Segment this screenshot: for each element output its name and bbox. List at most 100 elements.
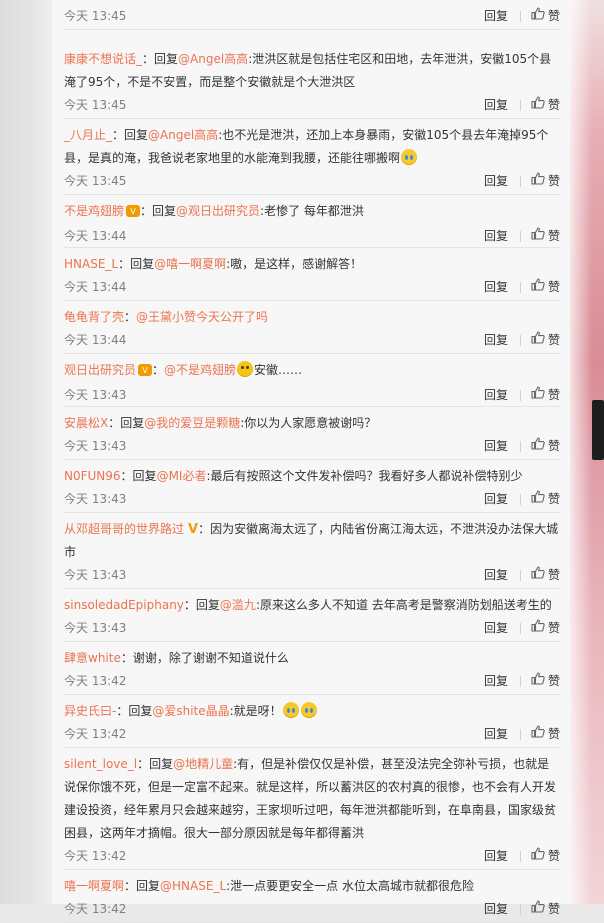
mention-link[interactable]: @Angel高高 bbox=[148, 128, 218, 142]
thumbs-up-icon bbox=[531, 670, 548, 693]
thumbs-up-icon bbox=[531, 225, 548, 248]
mention-link[interactable]: @爱shite晶晶 bbox=[152, 704, 229, 718]
like-button[interactable]: 赞 bbox=[531, 564, 560, 587]
mention-link[interactable]: @不是鸡翅膀 bbox=[164, 363, 236, 377]
timestamp: 今天 13:44 bbox=[64, 280, 127, 294]
mention-link[interactable]: @王黛小赞今天公开了吗 bbox=[136, 310, 268, 324]
like-button[interactable]: 赞 bbox=[531, 488, 560, 511]
reply-button[interactable]: 回复 bbox=[484, 488, 508, 511]
reply-button[interactable]: 回复 bbox=[484, 329, 508, 352]
comment-item: sinsoledadEpiphany：回复@滥九:原来这么多人不知道 去年高考是… bbox=[64, 589, 560, 642]
like-button[interactable]: 赞 bbox=[531, 435, 560, 458]
like-button[interactable]: 赞 bbox=[531, 384, 560, 407]
mention-link[interactable]: @地精儿童 bbox=[173, 757, 233, 771]
reply-prefix: ： bbox=[124, 310, 137, 324]
divider bbox=[519, 494, 521, 505]
like-label: 赞 bbox=[547, 727, 560, 741]
comment-item: silent_love_l：回复@地精儿童:有，但是补偿仅仅是补偿，甚至没法完全… bbox=[64, 748, 560, 870]
comment-item: N0FUN96：回复@MI必者:最后有按照这个文件发补偿吗？我看好多人都说补偿特… bbox=[64, 460, 560, 513]
like-button[interactable]: 赞 bbox=[531, 617, 560, 640]
thumbs-up-icon bbox=[531, 170, 548, 193]
vip-badge-icon: V bbox=[126, 202, 141, 225]
divider bbox=[519, 904, 521, 915]
comment-text: 从邓超哥哥的世界路过 V：因为安徽离海太远了，内陆省份离江海太远，不泄洪没办法保大… bbox=[64, 513, 560, 564]
reply-button[interactable]: 回复 bbox=[484, 170, 508, 193]
reply-prefix: ：回复 bbox=[183, 598, 220, 612]
like-button[interactable]: 赞 bbox=[531, 170, 560, 193]
mention-link[interactable]: @观日出研究员 bbox=[176, 204, 260, 218]
mention-link[interactable]: @MI必者 bbox=[157, 469, 207, 483]
reply-button[interactable]: 回复 bbox=[484, 384, 508, 407]
comment-meta: 今天 13:44 回复 赞 bbox=[64, 276, 560, 299]
comment-meta: 今天 13:45 回复 赞 bbox=[64, 170, 560, 193]
comment-actions: 回复 赞 bbox=[484, 670, 560, 693]
like-button[interactable]: 赞 bbox=[531, 276, 560, 299]
mention-link[interactable]: @嘻一啊夏啊 bbox=[154, 257, 226, 271]
reply-button[interactable]: 回复 bbox=[484, 564, 508, 587]
reply-button[interactable]: 回复 bbox=[484, 94, 508, 117]
username-link[interactable]: 安晨松X bbox=[64, 416, 108, 430]
username-link[interactable]: 嘻一啊夏啊 bbox=[64, 879, 124, 893]
background-shade bbox=[570, 0, 592, 904]
thumbs-up-icon bbox=[531, 898, 548, 921]
username-link[interactable]: 从邓超哥哥的世界路过 bbox=[64, 522, 184, 536]
username-link[interactable]: 异史氏曰- bbox=[64, 704, 116, 718]
thumbs-up-icon bbox=[531, 5, 548, 28]
comment-actions: 回复 赞 bbox=[484, 276, 560, 299]
comment-text: 嘻一啊夏啊：回复@HNASE_L:泄一点要更安全一点 水位太高城市就都很危险 bbox=[64, 870, 560, 898]
like-button[interactable]: 赞 bbox=[531, 225, 560, 248]
like-label: 赞 bbox=[547, 621, 560, 635]
username-link[interactable]: 肆意white bbox=[64, 651, 121, 665]
username-link[interactable]: 龟龟背了壳 bbox=[64, 310, 124, 324]
username-link[interactable]: 不是鸡翅膀 bbox=[64, 204, 124, 218]
username-link[interactable]: 康康不想说话_ bbox=[64, 52, 142, 66]
reply-button[interactable]: 回复 bbox=[484, 898, 508, 921]
divider bbox=[519, 100, 521, 111]
like-button[interactable]: 赞 bbox=[531, 845, 560, 868]
comment-meta: 今天 13:42 回复 赞 bbox=[64, 670, 560, 693]
reply-button[interactable]: 回复 bbox=[484, 276, 508, 299]
mention-link[interactable]: @我的爱豆是颗糖 bbox=[144, 416, 240, 430]
divider bbox=[519, 282, 521, 293]
reply-button[interactable]: 回复 bbox=[484, 617, 508, 640]
comment-meta: 今天 13:42 回复 赞 bbox=[64, 723, 560, 746]
reply-button[interactable]: 回复 bbox=[484, 5, 508, 28]
mention-link[interactable]: @Angel高高 bbox=[178, 52, 248, 66]
thumbs-up-icon bbox=[531, 617, 548, 640]
reply-prefix: ：回复 bbox=[120, 469, 157, 483]
username-link[interactable]: 观日出研究员 bbox=[64, 363, 136, 377]
reply-button[interactable]: 回复 bbox=[484, 723, 508, 746]
emoji-icon bbox=[401, 149, 418, 165]
username-link[interactable]: N0FUN96 bbox=[64, 469, 121, 483]
reply-button[interactable]: 回复 bbox=[484, 225, 508, 248]
username-link[interactable]: silent_love_l bbox=[64, 757, 137, 771]
mention-link[interactable]: @HNASE_L bbox=[160, 879, 226, 893]
comment-actions: 回复 赞 bbox=[484, 170, 560, 193]
username-link[interactable]: _八月止_ bbox=[64, 128, 112, 142]
username-link[interactable]: sinsoledadEpiphany bbox=[64, 598, 184, 612]
comment-meta: 今天 13:43 回复 赞 bbox=[64, 488, 560, 511]
comment-actions: 回复 赞 bbox=[484, 898, 560, 921]
divider bbox=[519, 231, 521, 242]
comment-actions: 回复 赞 bbox=[484, 5, 560, 28]
like-button[interactable]: 赞 bbox=[531, 329, 560, 352]
comment-meta: 今天 13:43 回复 赞 bbox=[64, 435, 560, 458]
like-button[interactable]: 赞 bbox=[531, 5, 560, 28]
comment-body: :你以为人家愿意被谢吗？ bbox=[240, 416, 377, 430]
comment-body: :原来这么多人不知道 去年高考是警察消防划船送考生的 bbox=[255, 598, 552, 612]
like-button[interactable]: 赞 bbox=[531, 670, 560, 693]
reply-button[interactable]: 回复 bbox=[484, 845, 508, 868]
comment-text: N0FUN96：回复@MI必者:最后有按照这个文件发补偿吗？我看好多人都说补偿特… bbox=[64, 460, 560, 488]
timestamp: 今天 13:43 bbox=[64, 388, 127, 402]
comment-item: 不是鸡翅膀 V ：回复@观日出研究员:老惨了 每年都泄洪 今天 13:44 回复 赞 bbox=[64, 195, 560, 248]
mention-link[interactable]: @滥九 bbox=[220, 598, 256, 612]
username-link[interactable]: HNASE_L bbox=[64, 257, 118, 271]
reply-button[interactable]: 回复 bbox=[484, 670, 508, 693]
thumbs-up-icon bbox=[531, 384, 548, 407]
reply-button[interactable]: 回复 bbox=[484, 435, 508, 458]
comment-actions: 回复 赞 bbox=[484, 845, 560, 868]
like-button[interactable]: 赞 bbox=[531, 898, 560, 921]
like-label: 赞 bbox=[547, 174, 560, 188]
like-button[interactable]: 赞 bbox=[531, 723, 560, 746]
like-button[interactable]: 赞 bbox=[531, 94, 560, 117]
